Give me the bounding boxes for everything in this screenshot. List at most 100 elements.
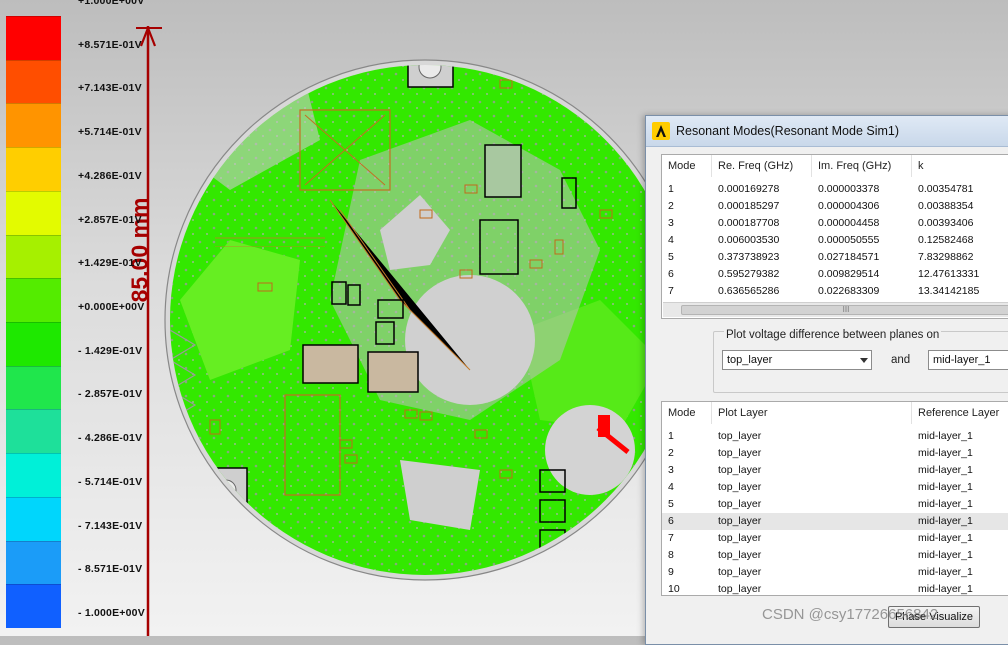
table-row[interactable]: 10 top_layer mid-layer_1 (662, 581, 1008, 595)
table-row[interactable]: 1 top_layer mid-layer_1 (662, 428, 1008, 445)
table-cell: 7 (668, 285, 674, 297)
table-cell: 1 (668, 183, 674, 195)
table-row[interactable]: 5 0.373738923 0.027184571 7.83298862 (662, 249, 1008, 266)
legend-swatch (6, 496, 61, 541)
table-cell: 0.373738923 (718, 251, 780, 263)
table-row[interactable]: 5 top_layer mid-layer_1 (662, 496, 1008, 513)
legend-label: - 8.571E-01V (78, 563, 143, 576)
table-cell: 0.022683309 (818, 285, 880, 297)
table-cell: top_layer (718, 498, 762, 510)
legend-label: +4.286E-01V (78, 169, 142, 182)
legend-label: - 5.714E-01V (78, 475, 143, 488)
table-cell: 5 (668, 251, 674, 263)
col-header-im-freq[interactable]: Im. Freq (GHz) (812, 155, 912, 177)
table-cell: 4 (668, 481, 674, 493)
col-header-reference-layer[interactable]: Reference Layer (912, 402, 1008, 424)
horizontal-scrollbar[interactable]: III (663, 302, 1008, 317)
table-cell: 0.00393406 (918, 217, 974, 229)
table-cell: mid-layer_1 (918, 430, 973, 442)
table-cell: top_layer (718, 464, 762, 476)
table-row[interactable]: 7 0.636565286 0.022683309 13.34142185 (662, 283, 1008, 300)
table-row[interactable]: 4 top_layer mid-layer_1 (662, 479, 1008, 496)
legend-swatch (6, 234, 61, 279)
table-cell: 4 (668, 234, 674, 246)
col-header-plot-layer[interactable]: Plot Layer (712, 402, 912, 424)
table-row[interactable]: 1 0.000169278 0.000003378 0.00354781 (662, 181, 1008, 198)
table-cell: top_layer (718, 481, 762, 493)
modes-table[interactable]: Mode Re. Freq (GHz) Im. Freq (GHz) k 1 0.… (661, 154, 1008, 319)
plot-planes-label: Plot voltage difference between planes o… (724, 329, 942, 341)
table-cell: 0.000187708 (718, 217, 780, 229)
table-row[interactable]: 6 top_layer mid-layer_1 (662, 513, 1008, 530)
table-cell: mid-layer_1 (918, 532, 973, 544)
table-cell: 0.027184571 (818, 251, 880, 263)
col-header-mode[interactable]: Mode (662, 155, 712, 177)
table-cell: 0.009829514 (818, 268, 880, 280)
watermark: CSDN @csy17726656842 (762, 606, 939, 623)
table-cell: 2 (668, 447, 674, 459)
table-cell: mid-layer_1 (918, 498, 973, 510)
legend-swatch (6, 16, 61, 60)
dialog-title: Resonant Modes(Resonant Mode Sim1) (676, 124, 900, 138)
table-row[interactable]: 4 0.006003530 0.000050555 0.12582468 (662, 232, 1008, 249)
table-row[interactable]: 6 0.595279382 0.009829514 12.47613331 (662, 266, 1008, 283)
plane1-select[interactable]: top_layer (722, 350, 872, 370)
dialog-titlebar[interactable]: Resonant Modes(Resonant Mode Sim1) (646, 116, 1008, 147)
table-cell: 7 (668, 532, 674, 544)
table-cell: 0.00354781 (918, 183, 974, 195)
and-label: and (891, 354, 911, 366)
col-header-mode[interactable]: Mode (662, 402, 712, 424)
table-row[interactable]: 9 top_layer mid-layer_1 (662, 564, 1008, 581)
table-cell: mid-layer_1 (918, 583, 973, 595)
table-cell: 2 (668, 200, 674, 212)
chevron-down-icon (860, 358, 868, 363)
table-row[interactable]: 2 0.000185297 0.000004306 0.00388354 (662, 198, 1008, 215)
table-cell: 0.00388354 (918, 200, 974, 212)
table-cell: 0.12582468 (918, 234, 974, 246)
legend-label: - 7.143E-01V (78, 519, 143, 532)
legend-swatch (6, 147, 61, 191)
table-cell: top_layer (718, 447, 762, 459)
legend-label: - 4.286E-01V (78, 432, 143, 445)
legend-label: +5.714E-01V (78, 126, 142, 139)
dimension-arrow (136, 26, 162, 636)
layers-table[interactable]: Mode Plot Layer Reference Layer 1 top_lay… (661, 401, 1008, 596)
legend-swatch (6, 540, 61, 585)
plane2-select[interactable]: mid-layer_1 (928, 350, 1008, 370)
table-cell: 6 (668, 268, 674, 280)
table-cell: 5 (668, 498, 674, 510)
table-cell: 13.34142185 (918, 285, 980, 297)
legend-swatch (6, 584, 61, 628)
table-row[interactable]: 8 top_layer mid-layer_1 (662, 547, 1008, 564)
table-cell: 10 (668, 583, 680, 595)
table-cell: 3 (668, 464, 674, 476)
legend-swatch (6, 322, 61, 366)
table-cell: 0.000169278 (718, 183, 780, 195)
table-cell: top_layer (718, 430, 762, 442)
legend-label: +2.857E-01V (78, 213, 142, 226)
table-cell: 12.47613331 (918, 268, 980, 280)
table-cell: 0.636565286 (718, 285, 780, 297)
table-cell: mid-layer_1 (918, 447, 973, 459)
legend-swatch (6, 278, 61, 322)
table-cell: top_layer (718, 583, 762, 595)
table-row[interactable]: 7 top_layer mid-layer_1 (662, 530, 1008, 547)
table-row[interactable]: 2 top_layer mid-layer_1 (662, 445, 1008, 462)
legend-label: +0.000E+00V (78, 301, 145, 313)
col-header-k[interactable]: k (912, 155, 1008, 177)
scrollbar-thumb[interactable]: III (681, 305, 1008, 315)
table-cell: 0.000050555 (818, 234, 880, 246)
table-cell: top_layer (718, 549, 762, 561)
resonant-modes-dialog[interactable]: Resonant Modes(Resonant Mode Sim1) Mode … (645, 115, 1008, 645)
table-row[interactable]: 3 0.000187708 0.000004458 0.00393406 (662, 215, 1008, 232)
table-cell: 8 (668, 549, 674, 561)
table-cell: 6 (668, 515, 674, 527)
legend-swatch (6, 190, 61, 235)
table-cell: mid-layer_1 (918, 481, 973, 493)
legend-swatch (6, 453, 61, 497)
legend-label: +1.429E-01V (78, 257, 142, 270)
table-row[interactable]: 3 top_layer mid-layer_1 (662, 462, 1008, 479)
col-header-re-freq[interactable]: Re. Freq (GHz) (712, 155, 812, 177)
ansys-logo-icon (652, 122, 670, 140)
legend-label: - 1.429E-01V (78, 344, 143, 357)
